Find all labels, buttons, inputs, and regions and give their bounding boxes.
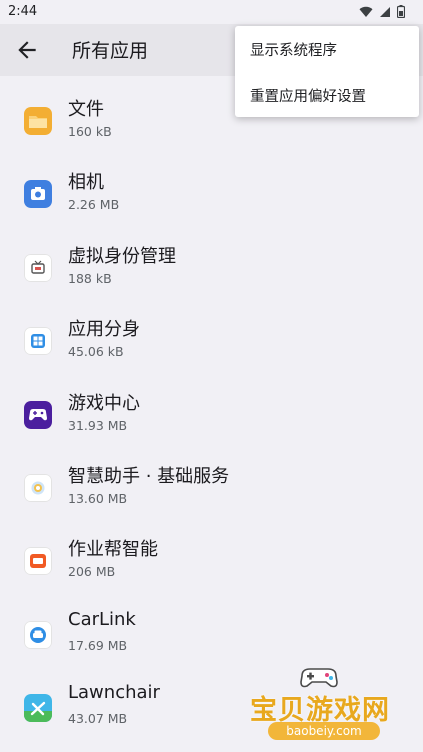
zuoyebang-icon [24,547,52,576]
camera-icon [24,180,52,209]
app-size: 31.93 MB [68,417,128,433]
status-bar: 2:44 [0,0,423,24]
app-name: 作业帮智能 [68,539,158,561]
app-name: 游戏中心 [68,392,140,414]
app-size: 13.60 MB [68,490,128,506]
app-name: 虚拟身份管理 [68,245,176,267]
app-size: 17.69 MB [68,637,128,653]
app-size: 2.26 MB [68,197,120,213]
battery-icon [397,5,405,18]
app-row-virtual-identity[interactable]: 虚拟身份管理 188 kB [0,231,423,304]
app-row-game-center[interactable]: 游戏中心 31.93 MB [0,378,423,451]
app-name: 文件 [68,99,104,120]
signal-icon [380,6,390,17]
app-list: 文件 160 kB 相机 2.26 MB 虚拟身份管理 188 kB 应用分身 … [0,84,423,745]
app-name: 相机 [68,172,104,194]
app-name: CarLink [68,608,136,630]
app-row-camera[interactable]: 相机 2.26 MB [0,157,423,230]
app-size: 43.07 MB [68,711,128,727]
page-title: 所有应用 [72,40,149,62]
app-size: 188 kB [68,270,112,286]
app-size: 160 kB [68,124,112,139]
app-name: 应用分身 [68,319,140,341]
overflow-menu: 显示系统程序 重置应用偏好设置 [235,26,419,117]
watermark-url: baobeiy.com [268,722,380,740]
watermark: 宝贝游戏网 baobeiy.com [250,664,400,744]
app-size: 206 MB [68,564,116,580]
status-time: 2:44 [8,4,38,19]
app-row-carlink[interactable]: CarLink 17.69 MB [0,598,423,671]
app-row-smart-assistant[interactable]: 智慧助手 · 基础服务 13.60 MB [0,451,423,524]
app-size: 45.06 kB [68,344,124,360]
grid-icon [24,327,52,356]
app-name: Lawnchair [68,682,160,704]
app-row-app-clone[interactable]: 应用分身 45.06 kB [0,304,423,377]
assistant-icon [24,473,52,502]
app-name: 智慧助手 · 基础服务 [68,465,230,487]
wifi-icon [359,6,373,17]
tv-icon [24,253,52,282]
gamepad-logo-icon [300,668,338,688]
status-icons [359,5,405,18]
menu-item-show-system[interactable]: 显示系统程序 [250,39,337,60]
car-icon [24,620,52,649]
lawnchair-icon [24,694,52,723]
gamepad-icon [24,400,52,429]
arrow-back-icon[interactable] [14,37,40,63]
menu-item-reset-preferences[interactable]: 重置应用偏好设置 [250,85,366,106]
app-row-zuoyebang[interactable]: 作业帮智能 206 MB [0,524,423,597]
folder-icon [24,107,52,135]
